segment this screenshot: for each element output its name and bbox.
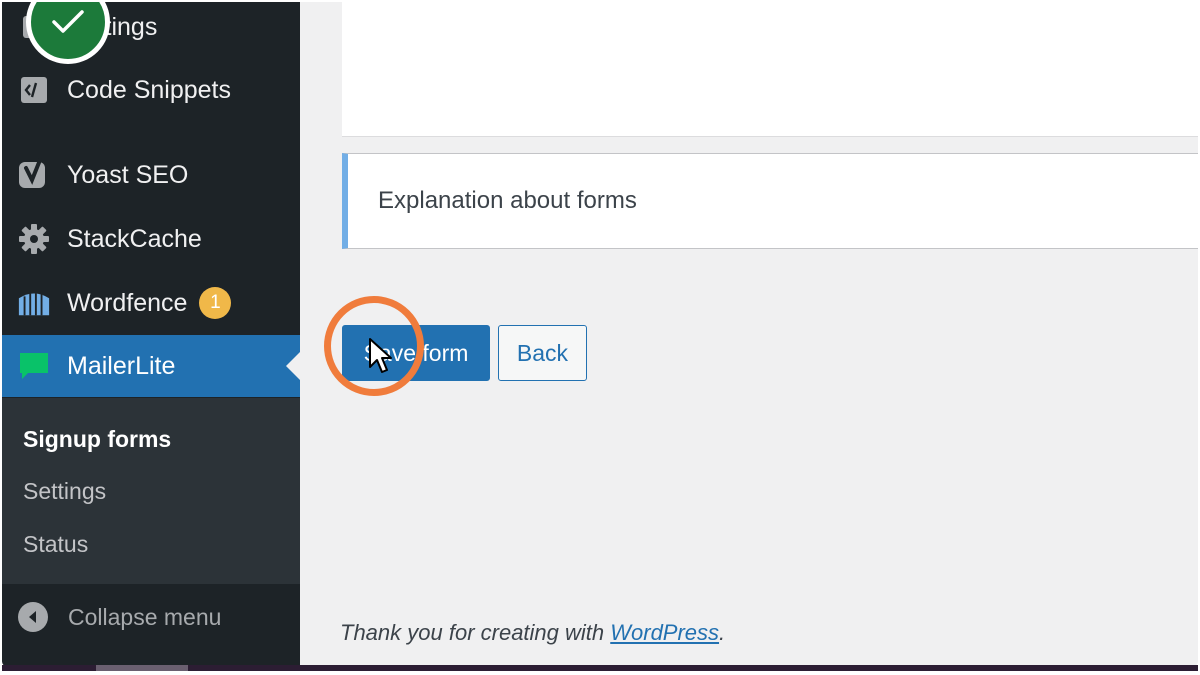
submenu-item-signup-forms[interactable]: Signup forms xyxy=(23,426,171,453)
footer-suffix: . xyxy=(719,620,726,645)
wordpress-link[interactable]: WordPress xyxy=(610,620,719,645)
sidebar-item-mailerlite[interactable]: MailerLite xyxy=(2,335,300,397)
gear-icon xyxy=(17,222,51,256)
sidebar-item-label: MailerLite xyxy=(67,351,176,380)
collapse-menu-button[interactable]: Collapse menu xyxy=(2,588,300,646)
update-count-badge: 1 xyxy=(199,287,232,319)
submenu-item-status[interactable]: Status xyxy=(23,531,88,558)
form-editor-panel xyxy=(342,2,1198,137)
admin-sidebar: Settings Code Snippets Yoast SEO StackCa… xyxy=(2,2,300,667)
app-window: Settings Code Snippets Yoast SEO StackCa… xyxy=(2,2,1198,667)
yoast-icon xyxy=(17,158,51,192)
sidebar-item-label: StackCache xyxy=(67,224,202,253)
collapse-arrow-icon xyxy=(18,602,48,632)
bottom-scrollbar[interactable] xyxy=(2,665,1198,671)
main-content: Explanation about forms Save form Back T… xyxy=(300,2,1198,667)
mouse-cursor-icon xyxy=(369,338,392,373)
footer-text: Thank you for creating with xyxy=(340,620,611,645)
mailerlite-submenu: Signup forms Settings Status xyxy=(2,398,300,584)
collapse-menu-label: Collapse menu xyxy=(68,603,222,630)
notice-text: Explanation about forms xyxy=(378,187,637,214)
sidebar-item-label: Code Snippets xyxy=(67,75,232,104)
admin-footer: Thank you for creating with WordPress. xyxy=(340,620,725,646)
submenu-item-settings[interactable]: Settings xyxy=(23,478,106,505)
sidebar-item-stackcache[interactable]: StackCache xyxy=(2,208,300,270)
code-snippets-icon xyxy=(17,73,51,107)
sidebar-item-wordfence[interactable]: Wordfence 1 xyxy=(2,272,300,334)
sidebar-item-code-snippets[interactable]: Code Snippets xyxy=(2,59,300,121)
back-button[interactable]: Back xyxy=(498,325,587,381)
mailerlite-icon xyxy=(17,349,51,383)
forms-explanation-notice: Explanation about forms xyxy=(342,153,1198,249)
sidebar-item-label: Yoast SEO xyxy=(67,160,189,189)
sidebar-item-yoast-seo[interactable]: Yoast SEO xyxy=(2,144,300,206)
sidebar-item-label: Wordfence xyxy=(67,288,188,317)
wordfence-icon xyxy=(17,286,51,320)
scrollbar-thumb[interactable] xyxy=(96,665,188,671)
